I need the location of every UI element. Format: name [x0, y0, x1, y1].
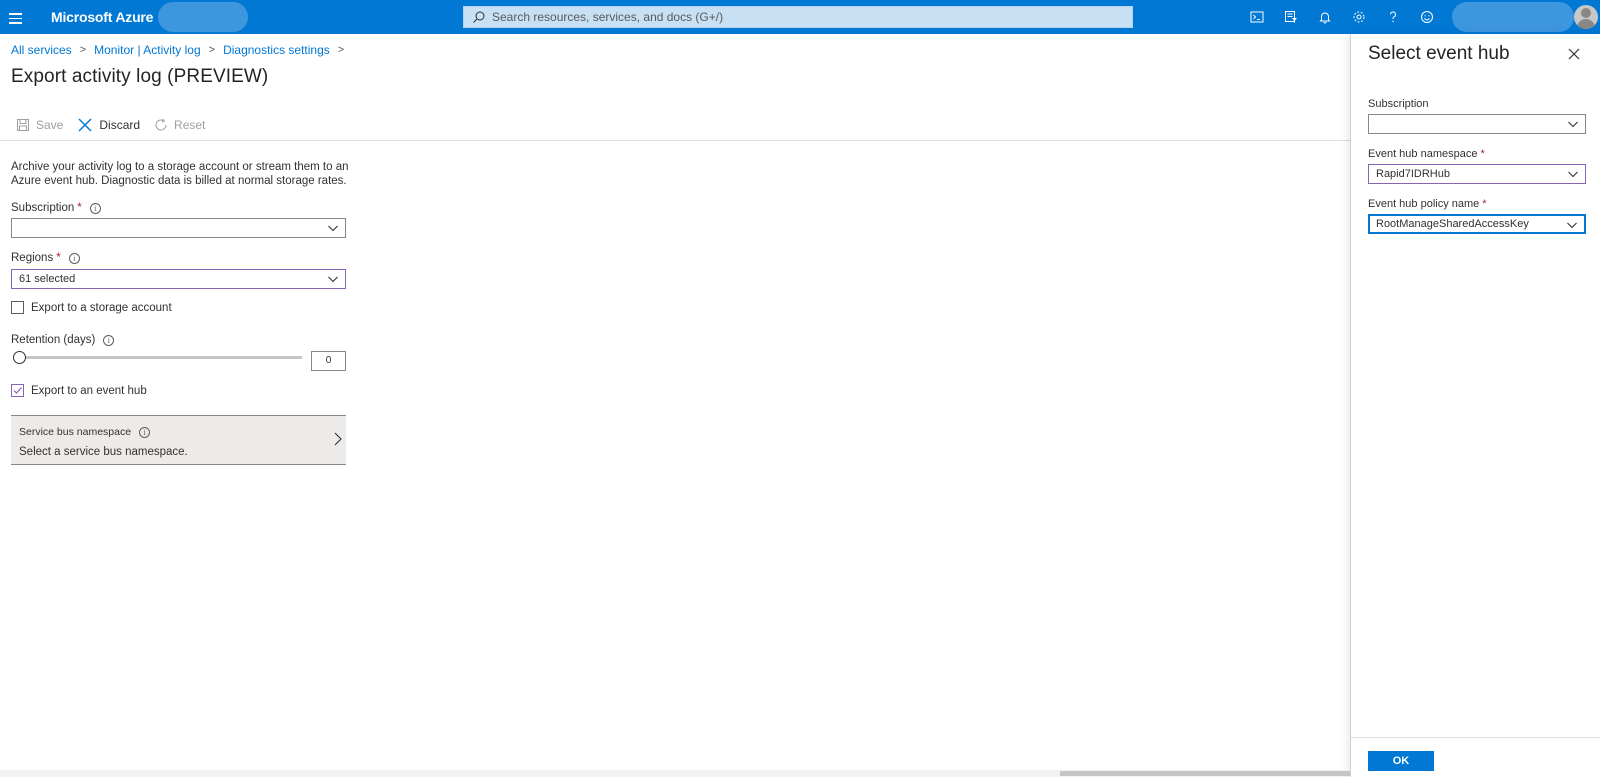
regions-value: 61 selected: [19, 273, 76, 285]
checkbox-box[interactable]: [11, 301, 24, 314]
checkmark-icon: [13, 387, 22, 394]
chevron-down-icon: [1567, 222, 1577, 229]
search-input[interactable]: [492, 10, 1092, 24]
discard-label: Discard: [99, 118, 141, 132]
panel-subscription-label-text: Subscription: [1368, 98, 1429, 110]
info-icon[interactable]: i: [103, 334, 115, 346]
directory-pill[interactable]: [158, 2, 248, 32]
retention-slider-track[interactable]: [18, 356, 302, 359]
command-bar: Save Discard Reset: [16, 117, 219, 133]
chevron-down-icon: [1568, 121, 1578, 128]
chevron-down-icon: [1568, 171, 1578, 178]
description-text: Archive your activity log to a storage a…: [11, 161, 349, 187]
required-marker: *: [56, 252, 61, 264]
reset-label: Reset: [174, 118, 206, 132]
save-button[interactable]: Save: [16, 118, 63, 132]
horizontal-scrollbar[interactable]: [0, 770, 1350, 777]
chevron-right-icon: >: [208, 44, 216, 56]
subscription-label-text: Subscription: [11, 202, 75, 214]
divider: [0, 140, 1350, 141]
event-hub-policy-dropdown[interactable]: RootManageSharedAccessKey: [1368, 214, 1586, 234]
required-marker: *: [1480, 148, 1485, 160]
breadcrumb-monitor-activity-log[interactable]: Monitor | Activity log: [94, 43, 201, 57]
save-label: Save: [36, 118, 64, 132]
subscription-dropdown[interactable]: [11, 218, 346, 238]
event-hub-policy-label: Event hub policy name *: [1368, 198, 1487, 210]
discard-button[interactable]: Discard: [77, 117, 140, 133]
breadcrumb-diagnostics-settings[interactable]: Diagnostics settings: [223, 43, 330, 57]
regions-label: Regions * i: [11, 252, 80, 264]
notifications-icon[interactable]: [1308, 5, 1342, 29]
service-bus-title-text: Service bus namespace: [19, 426, 132, 438]
chevron-right-icon: [334, 432, 342, 446]
info-icon[interactable]: i: [68, 252, 80, 264]
close-icon[interactable]: [1566, 46, 1582, 62]
required-marker: *: [77, 202, 82, 214]
breadcrumb-all-services[interactable]: All services: [11, 43, 72, 57]
retention-label: Retention (days) i: [11, 334, 115, 346]
service-bus-title: Service bus namespace i: [19, 426, 151, 438]
divider: [1351, 737, 1600, 738]
panel-title: Select event hub: [1368, 43, 1510, 64]
refresh-icon: [155, 118, 167, 131]
info-icon[interactable]: i: [139, 426, 151, 438]
breadcrumb: All services > Monitor | Activity log > …: [11, 43, 352, 57]
cloud-shell-icon[interactable]: [1240, 5, 1274, 29]
feedback-icon[interactable]: [1410, 5, 1444, 29]
directory-filter-icon[interactable]: [1274, 5, 1308, 29]
scrollbar-thumb[interactable]: [1060, 771, 1350, 776]
close-icon: [78, 118, 92, 132]
chevron-down-icon: [328, 276, 338, 283]
avatar[interactable]: [1574, 5, 1598, 29]
event-hub-policy-value: RootManageSharedAccessKey: [1376, 218, 1529, 230]
info-icon[interactable]: i: [89, 202, 101, 214]
account-pill[interactable]: [1452, 2, 1574, 32]
search-box[interactable]: [463, 6, 1133, 28]
retention-slider-thumb[interactable]: [13, 351, 26, 364]
panel-subscription-label: Subscription: [1368, 98, 1429, 110]
service-bus-value: Select a service bus namespace.: [19, 446, 188, 458]
panel-subscription-dropdown[interactable]: [1368, 114, 1586, 134]
ok-button[interactable]: OK: [1368, 751, 1434, 771]
event-hub-checkbox-label: Export to an event hub: [31, 384, 147, 397]
event-hub-namespace-value: Rapid7IDRHub: [1376, 168, 1450, 180]
settings-icon[interactable]: [1342, 5, 1376, 29]
event-hub-policy-label-text: Event hub policy name: [1368, 198, 1480, 210]
chevron-right-icon: >: [337, 44, 345, 56]
select-event-hub-panel: Select event hub Subscription Event hub …: [1350, 34, 1600, 777]
checkbox-box[interactable]: [11, 384, 24, 397]
storage-account-checkbox-label: Export to a storage account: [31, 301, 172, 314]
reset-button[interactable]: Reset: [154, 118, 205, 132]
retention-days-input[interactable]: 0: [311, 351, 346, 371]
regions-dropdown[interactable]: 61 selected: [11, 269, 346, 289]
event-hub-checkbox[interactable]: Export to an event hub: [11, 384, 147, 397]
event-hub-namespace-label: Event hub namespace *: [1368, 148, 1485, 160]
chevron-right-icon: >: [79, 44, 87, 56]
event-hub-namespace-dropdown[interactable]: Rapid7IDRHub: [1368, 164, 1586, 184]
storage-account-checkbox[interactable]: Export to a storage account: [11, 301, 172, 314]
save-icon: [17, 119, 29, 131]
page-title: Export activity log (PREVIEW): [11, 66, 269, 87]
retention-label-text: Retention (days): [11, 334, 96, 346]
search-icon: [473, 11, 485, 23]
service-bus-namespace-selector[interactable]: Service bus namespace i Select a service…: [11, 415, 346, 465]
event-hub-namespace-label-text: Event hub namespace: [1368, 148, 1478, 160]
help-icon[interactable]: [1376, 5, 1410, 29]
menu-icon[interactable]: [6, 7, 26, 27]
top-icons: [1240, 5, 1444, 29]
chevron-down-icon: [328, 225, 338, 232]
required-marker: *: [1482, 198, 1487, 210]
top-bar: Microsoft Azure: [0, 0, 1600, 34]
regions-label-text: Regions: [11, 252, 54, 264]
subscription-label: Subscription * i: [11, 202, 101, 214]
brand-title[interactable]: Microsoft Azure: [51, 9, 153, 25]
